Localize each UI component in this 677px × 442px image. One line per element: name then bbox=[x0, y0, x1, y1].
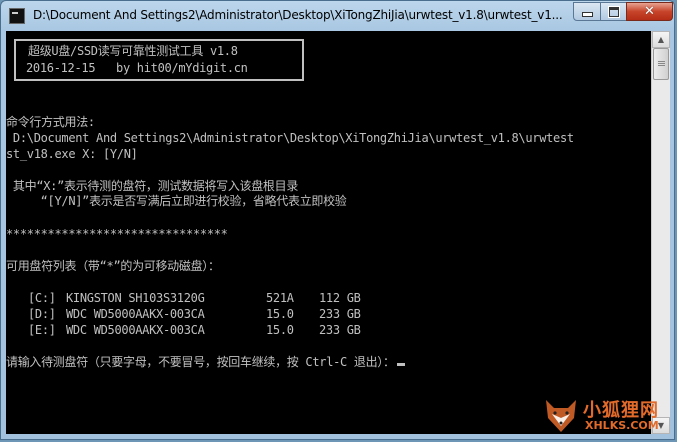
drive-row-model: KINGSTON SH103S3120G bbox=[66, 291, 205, 305]
drive-row-letter: [D:] bbox=[28, 307, 56, 321]
usage-command-line-2: st_v18.exe X: [Y/N] bbox=[6, 147, 138, 161]
maximize-button[interactable] bbox=[600, 2, 627, 21]
usage-description-2: “[Y/N]”表示是否写满后立即进行校验，省略代表立即校验 bbox=[6, 194, 347, 208]
cmd-icon[interactable] bbox=[9, 8, 25, 24]
scroll-thumb[interactable] bbox=[653, 48, 669, 80]
fox-logo-icon bbox=[546, 400, 576, 432]
banner-box: 超级U盘/SSD读写可靠性测试工具 v1.8 2016-12-15 by hit… bbox=[14, 39, 304, 81]
drive-row-size: 233 GB bbox=[319, 323, 361, 337]
usage-description-1: 其中“X:”表示待测的盘符，测试数据将写入该盘根目录 bbox=[6, 179, 299, 193]
console-window: D:\Document And Settings2\Administrator\… bbox=[0, 0, 675, 440]
scroll-up-button[interactable]: ▲ bbox=[652, 31, 670, 48]
watermark-url: XHLKS.COM bbox=[585, 419, 659, 432]
drive-row-firmware: 521A bbox=[266, 291, 294, 305]
usage-command-line-1: D:\Document And Settings2\Administrator\… bbox=[6, 131, 574, 145]
window-title: D:\Document And Settings2\Administrator\… bbox=[33, 8, 563, 22]
drive-row-model: WDC WD5000AAKX-003CA bbox=[66, 307, 205, 321]
usage-header: 命令行方式用法: bbox=[6, 115, 95, 129]
banner-date-author: 2016-12-15 by hit00/mYdigit.cn bbox=[26, 61, 248, 75]
drive-row-size: 112 GB bbox=[319, 291, 361, 305]
console-output[interactable]: 超级U盘/SSD读写可靠性测试工具 v1.8 2016-12-15 by hit… bbox=[6, 31, 651, 434]
drive-row-letter: [E:] bbox=[28, 323, 56, 337]
vertical-scrollbar[interactable]: ▲ ▼ bbox=[651, 31, 670, 434]
input-prompt[interactable]: 请输入待测盘符（只要字母，不要冒号，按回车继续，按 Ctrl-C 退出）： bbox=[6, 355, 405, 369]
drive-row-letter: [C:] bbox=[28, 291, 56, 305]
grip-icon bbox=[658, 61, 665, 62]
arrow-up-icon: ▲ bbox=[657, 35, 665, 44]
close-icon: ✕ bbox=[644, 4, 655, 19]
text-cursor bbox=[396, 363, 405, 366]
prompt-text: 请输入待测盘符（只要字母，不要冒号，按回车继续，按 Ctrl-C 退出）： bbox=[6, 355, 395, 369]
minimize-icon bbox=[581, 12, 593, 17]
minimize-button[interactable] bbox=[573, 2, 601, 21]
drive-row-size: 233 GB bbox=[319, 307, 361, 321]
site-watermark: 小狐狸网 XHLKS.COM bbox=[540, 392, 677, 442]
close-button[interactable]: ✕ bbox=[626, 2, 673, 21]
maximize-icon bbox=[607, 5, 620, 18]
drive-row-firmware: 15.0 bbox=[266, 323, 294, 337]
drive-row-firmware: 15.0 bbox=[266, 307, 294, 321]
banner-title: 超级U盘/SSD读写可靠性测试工具 v1.8 bbox=[28, 44, 238, 58]
drives-header: 可用盘符列表（带“*”的为可移动磁盘）： bbox=[6, 259, 220, 273]
drive-row-model: WDC WD5000AAKX-003CA bbox=[66, 323, 205, 337]
separator-line: ******************************** bbox=[6, 227, 228, 241]
title-bar[interactable]: D:\Document And Settings2\Administrator\… bbox=[1, 1, 674, 31]
